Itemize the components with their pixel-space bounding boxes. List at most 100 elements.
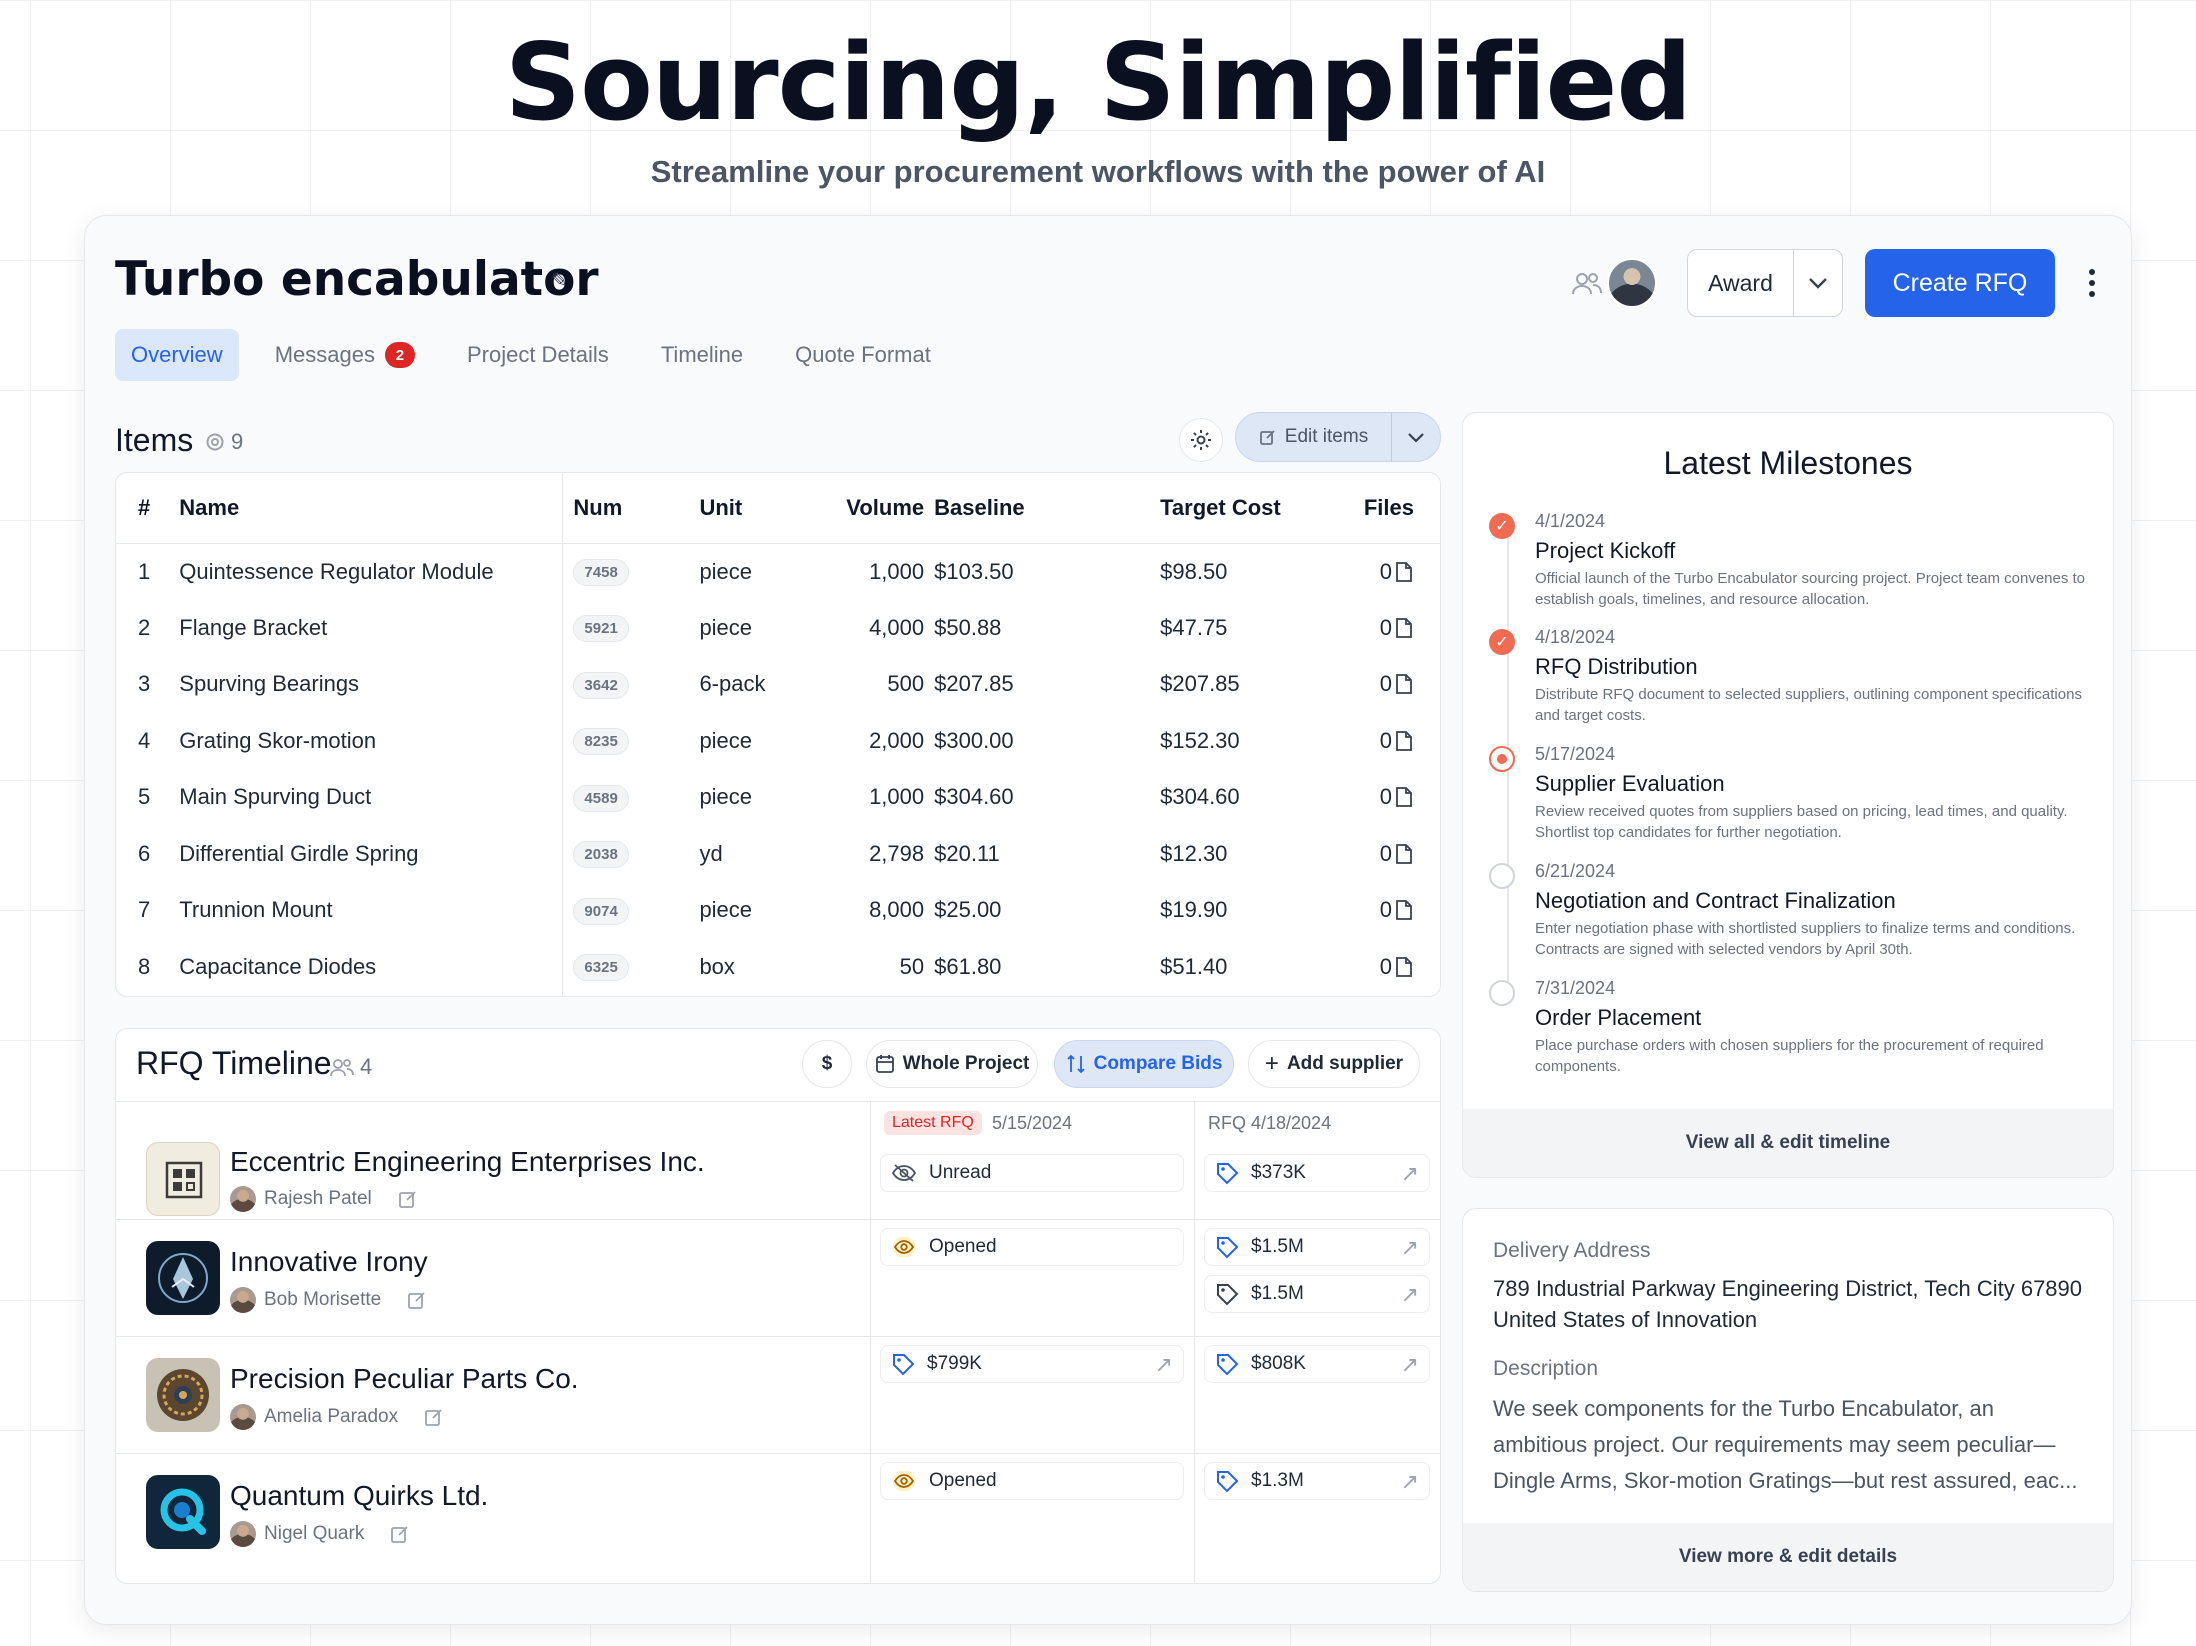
calendar-icon [875, 1055, 894, 1073]
messages-count-badge: 2 [384, 342, 415, 368]
supplier-row[interactable]: Quantum Quirks Ltd. Nigel Quark Opened $… [116, 1454, 1440, 1583]
check-icon: ✓ [1489, 629, 1515, 655]
latest-rfq-status[interactable]: Opened [880, 1228, 1184, 1266]
milestones-panel: Latest Milestones ✓ 4/1/2024 Project Kic… [1462, 412, 2114, 1178]
table-row[interactable]: 1 Quintessence Regulator Module 7458 piece 1… [116, 543, 1440, 600]
team-icon[interactable] [1571, 270, 1603, 296]
file-count: 0 [1379, 897, 1392, 923]
project-card: Turbo encabulator ✎ Award Create RFQ Ove… [84, 215, 2132, 1625]
milestone-date: 6/21/2024 [1535, 861, 1616, 881]
edit-title-icon[interactable]: ✎ [551, 268, 568, 293]
row-number: 8 [138, 953, 151, 979]
col-files[interactable]: Files [1343, 473, 1440, 544]
item-files[interactable]: 0 [1380, 784, 1414, 810]
table-row[interactable]: 2 Flange Bracket 5921 piece 4,000 $50.88 $47.7… [116, 599, 1440, 656]
more-options-icon[interactable] [2083, 269, 2101, 297]
contact-avatar [230, 1404, 256, 1430]
milestone-item[interactable]: 5/17/2024 Supplier Evaluation Review rec… [1489, 744, 2095, 843]
col-name[interactable]: Name [179, 473, 564, 544]
item-num-chip: 2038 [573, 841, 629, 869]
edit-items-button[interactable]: Edit items [1236, 413, 1392, 461]
price-tag-icon [1217, 1354, 1239, 1376]
milestone-item[interactable]: 7/31/2024 Order Placement Place purchase… [1489, 978, 2095, 1077]
award-dropdown-button[interactable] [1794, 250, 1842, 316]
previous-rfq-bid[interactable]: $1.5M ↗ [1204, 1228, 1430, 1266]
item-files[interactable]: 0 [1380, 615, 1414, 641]
open-external-icon[interactable]: ↗ [1401, 1469, 1419, 1495]
add-supplier-button[interactable]: + Add supplier [1248, 1040, 1420, 1088]
add-supplier-label: Add supplier [1286, 1053, 1404, 1074]
tab-project-details[interactable]: Project Details [451, 329, 625, 381]
tab-messages[interactable]: Messages 2 [259, 329, 431, 381]
item-files[interactable]: 0 [1380, 897, 1414, 923]
previous-rfq-bid[interactable]: $373K ↗ [1204, 1154, 1430, 1192]
open-external-icon[interactable]: ↗ [1401, 1352, 1419, 1378]
supplier-row[interactable]: Innovative Irony Bob Morisette Opened $1… [116, 1220, 1440, 1337]
latest-rfq-status[interactable]: Opened [880, 1462, 1184, 1500]
col-unit[interactable]: Unit [699, 473, 811, 544]
col-volume[interactable]: Volume [810, 473, 935, 544]
milestone-description: Place purchase orders with chosen suppli… [1535, 1037, 2044, 1075]
bid-amount: $1.5M [1251, 1283, 1304, 1304]
edit-icon[interactable] [407, 1290, 427, 1310]
col-baseline[interactable]: Baseline [934, 473, 1161, 544]
rfq-timeline-title: RFQ Timeline [136, 1045, 332, 1081]
table-row[interactable]: 4 Grating Skor-motion 8235 piece 2,000 $300.0… [116, 712, 1440, 769]
edit-items-dropdown-button[interactable] [1392, 432, 1440, 443]
view-all-timeline-link[interactable]: View all & edit timeline [1463, 1109, 2113, 1177]
item-num-chip: 5921 [573, 615, 629, 643]
table-row[interactable]: 6 Differential Girdle Spring 2038 yd 2,798 $2… [116, 825, 1440, 882]
tab-timeline[interactable]: Timeline [645, 329, 759, 381]
supplier-row[interactable]: Precision Peculiar Parts Co. Amelia Para… [116, 1337, 1440, 1454]
col-num[interactable]: Num [562, 473, 700, 544]
whole-project-button[interactable]: Whole Project [866, 1040, 1038, 1088]
col-number[interactable]: # [116, 473, 180, 544]
row-number: 5 [138, 784, 151, 810]
owner-avatar[interactable] [1607, 258, 1657, 308]
col-target-cost[interactable]: Target Cost [1160, 473, 1344, 544]
open-external-icon[interactable]: ↗ [1401, 1161, 1419, 1187]
table-row[interactable]: 7 Trunnion Mount 9074 piece 8,000 $25.00 $19.9… [116, 882, 1440, 939]
item-files[interactable]: 0 [1380, 954, 1414, 980]
supplier-row[interactable]: Eccentric Engineering Enterprises Inc. R… [116, 1102, 1440, 1220]
supplier-logo [146, 1358, 220, 1432]
items-settings-button[interactable] [1179, 418, 1223, 462]
item-files[interactable]: 0 [1380, 841, 1414, 867]
item-files[interactable]: 0 [1380, 671, 1414, 697]
currency-button[interactable]: $ [802, 1040, 852, 1088]
items-count: 9 [205, 429, 243, 455]
milestone-item[interactable]: ✓ 4/1/2024 Project Kickoff Official laun… [1489, 511, 2095, 610]
supplier-name: Quantum Quirks Ltd. [230, 1480, 489, 1511]
open-external-icon[interactable]: ↗ [1401, 1282, 1419, 1308]
previous-rfq-bid[interactable]: $1.5M ↗ [1204, 1275, 1430, 1313]
supplier-logo [146, 1241, 220, 1315]
open-external-icon[interactable]: ↗ [1401, 1235, 1419, 1261]
table-row[interactable]: 5 Main Spurving Duct 4589 piece 1,000 $304.60… [116, 769, 1440, 826]
open-external-icon[interactable]: ↗ [1155, 1352, 1173, 1378]
create-rfq-button[interactable]: Create RFQ [1865, 249, 2055, 317]
latest-rfq-status[interactable]: Unread [880, 1154, 1184, 1192]
milestone-item[interactable]: 6/21/2024 Negotiation and Contract Final… [1489, 861, 2095, 960]
previous-rfq-bid[interactable]: $808K ↗ [1204, 1345, 1430, 1383]
table-row[interactable]: 3 Spurving Bearings 3642 6-pack 500 $207.85 $2… [116, 656, 1440, 713]
edit-icon [1259, 430, 1275, 445]
item-files[interactable]: 0 [1380, 728, 1414, 754]
edit-icon[interactable] [424, 1407, 444, 1427]
compare-icon [1066, 1054, 1085, 1074]
compare-bids-label: Compare Bids [1093, 1053, 1223, 1074]
edit-icon[interactable] [390, 1524, 410, 1544]
edit-icon[interactable] [398, 1189, 418, 1209]
item-files[interactable]: 0 [1380, 559, 1414, 585]
view-more-details-link[interactable]: View more & edit details [1463, 1523, 2113, 1591]
previous-rfq-bid[interactable]: $1.3M ↗ [1204, 1462, 1430, 1500]
tab-overview[interactable]: Overview [115, 329, 239, 381]
item-unit: box [699, 953, 735, 979]
latest-rfq-bid[interactable]: $799K ↗ [880, 1345, 1184, 1383]
compare-bids-button[interactable]: Compare Bids [1054, 1040, 1234, 1088]
tab-quote-format[interactable]: Quote Format [779, 329, 947, 381]
milestone-item[interactable]: ✓ 4/18/2024 RFQ Distribution Distribute … [1489, 627, 2095, 726]
table-row[interactable]: 8 Capacitance Diodes 6325 box 50 $61.80 $51.40… [116, 938, 1440, 995]
supplier-contact: Nigel Quark [230, 1521, 410, 1547]
supplier-name: Innovative Irony [230, 1246, 428, 1277]
award-button[interactable]: Award [1688, 250, 1794, 316]
